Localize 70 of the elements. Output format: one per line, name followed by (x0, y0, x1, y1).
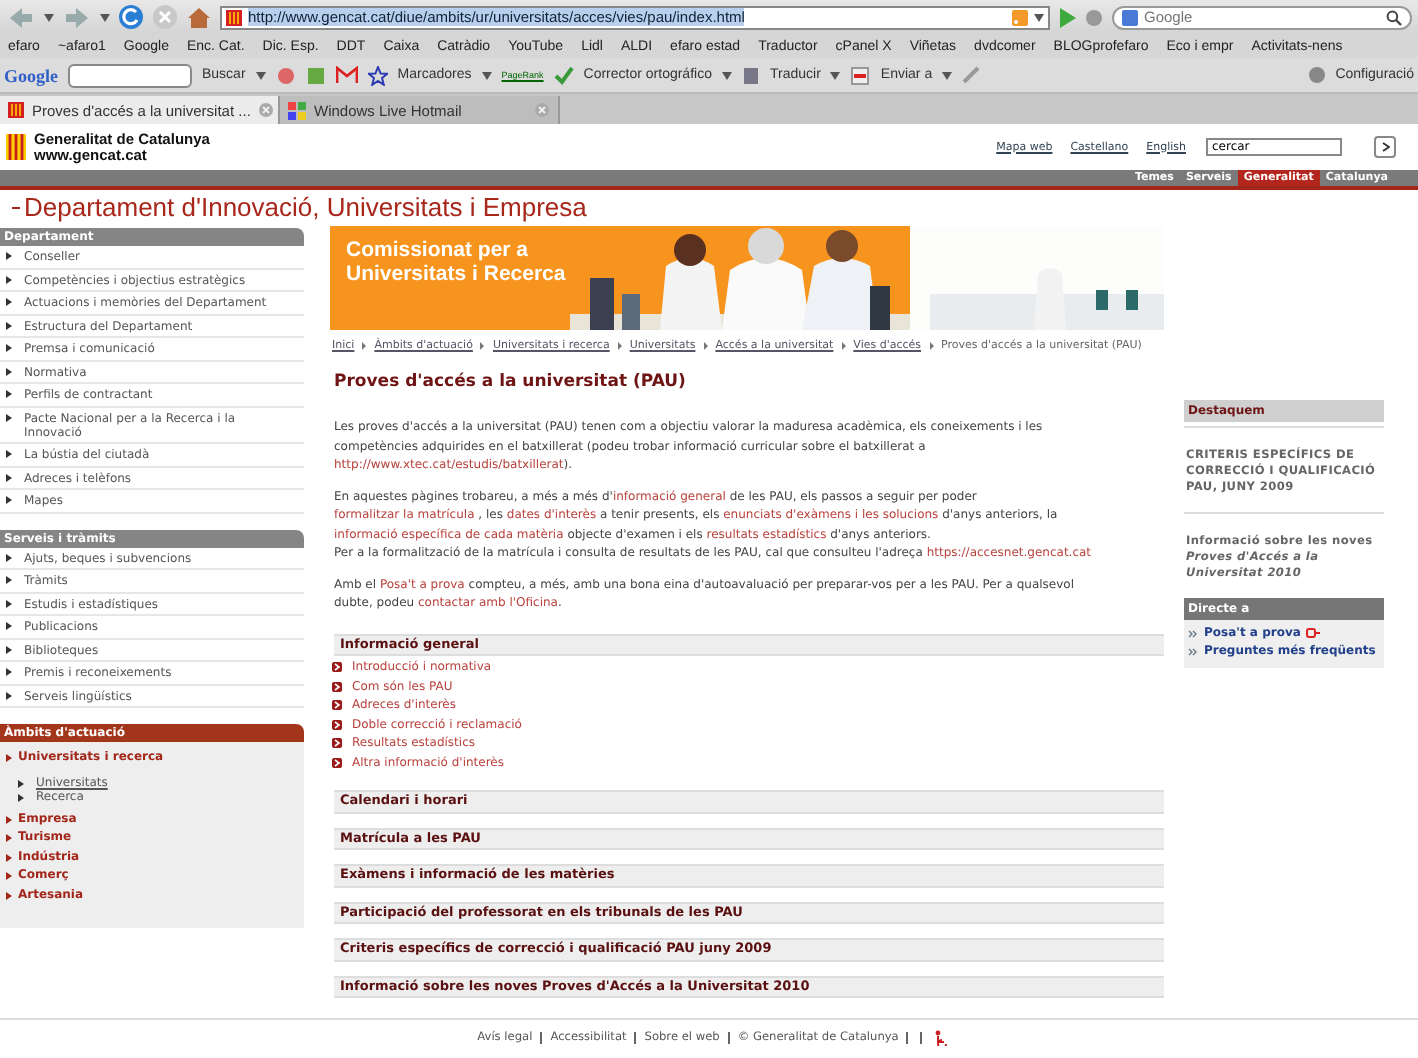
chevron-icon (1381, 142, 1389, 152)
chevron-icon (1188, 647, 1198, 655)
triangle-icon (6, 390, 12, 398)
google-logo: Google (4, 65, 58, 85)
triangle-icon (6, 599, 12, 607)
triangle-icon (6, 413, 12, 421)
separator-icon (929, 342, 934, 350)
triangle-icon (6, 754, 12, 763)
triangle-icon (6, 645, 12, 653)
caret-icon[interactable] (721, 71, 732, 79)
bullet-icon (332, 719, 342, 730)
caret-icon[interactable] (1034, 13, 1044, 21)
go-icon[interactable] (1058, 7, 1076, 27)
caret-icon[interactable] (830, 71, 841, 79)
triangle-icon (6, 298, 12, 306)
chevron-icon (1188, 629, 1198, 637)
search-icon[interactable] (1386, 9, 1402, 25)
triangle-icon (6, 450, 12, 458)
home-icon[interactable] (186, 5, 212, 29)
favicon-icon (8, 102, 24, 118)
triangle-icon (6, 668, 12, 676)
windows-icon (288, 101, 306, 119)
close-icon[interactable] (258, 102, 275, 118)
triangle-icon (6, 367, 12, 375)
department-title: Departament d'Innovació, Universitats i Empresa (24, 192, 587, 222)
accessibility-icon[interactable] (934, 1030, 949, 1046)
rss-icon[interactable] (1012, 9, 1028, 25)
caret-icon[interactable] (100, 13, 110, 21)
bullet-icon (332, 681, 342, 692)
separator-icon (703, 342, 708, 350)
bullet-icon (332, 757, 342, 768)
triangle-icon (6, 473, 12, 481)
separator-icon (480, 342, 485, 350)
favicon-icon (226, 9, 242, 25)
mail-icon[interactable] (335, 66, 358, 84)
triangle-icon (6, 275, 12, 283)
toolbar-search-field[interactable] (68, 63, 192, 87)
triangle-icon (6, 834, 12, 843)
page-title: Proves d'accés a la universitat (PAU) (334, 372, 688, 392)
bullet-icon (332, 662, 342, 673)
banner-title: Comissionat per a Universitats i Recerca (346, 240, 568, 286)
check-icon[interactable] (553, 65, 574, 85)
separator-icon (617, 342, 622, 350)
triangle-icon (6, 321, 12, 329)
send-icon[interactable] (850, 65, 871, 85)
close-icon[interactable] (534, 102, 550, 118)
caret-icon[interactable] (255, 71, 266, 79)
triangle-icon (6, 344, 12, 352)
bullet-icon (332, 700, 342, 711)
external-link-icon (1306, 628, 1321, 638)
triangle-icon (6, 496, 12, 504)
triangle-icon (6, 815, 12, 824)
triangle-icon (6, 853, 12, 862)
bullet-icon (332, 738, 342, 749)
caret-icon[interactable] (481, 71, 492, 79)
caret-icon[interactable] (44, 13, 54, 21)
triangle-icon (6, 872, 12, 881)
triangle-icon (6, 691, 12, 699)
reload-icon[interactable] (118, 4, 144, 30)
caret-icon[interactable] (942, 71, 953, 79)
triangle-icon (6, 622, 12, 630)
triangle-icon (6, 891, 12, 900)
search-go-button[interactable] (1374, 136, 1396, 158)
triangle-icon (6, 553, 12, 561)
triangle-icon (6, 576, 12, 584)
gencat-logo-icon[interactable] (6, 134, 26, 160)
triangle-icon (6, 252, 12, 260)
separator-icon (362, 342, 367, 350)
separator-icon (841, 342, 846, 350)
star-icon[interactable] (367, 65, 388, 85)
